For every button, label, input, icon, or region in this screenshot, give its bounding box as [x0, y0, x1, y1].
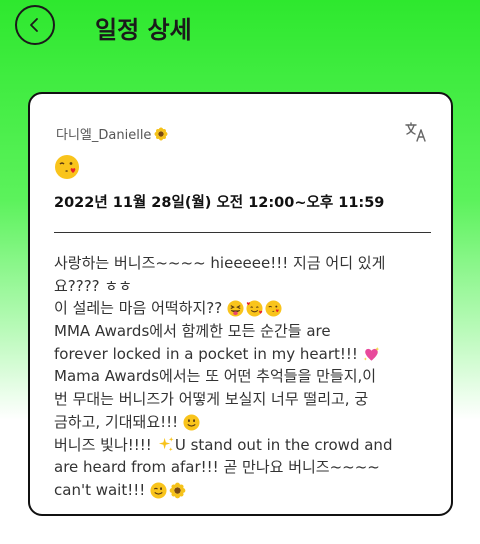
translate-icon[interactable] [405, 122, 427, 142]
schedule-datetime: 2022년 11월 28일(월) 오전 12:00~오후 11:59 [54, 195, 385, 211]
chevron-left-icon [30, 18, 38, 32]
message-body: 사랑하는 버니즈~~~~ hieeeee!!! 지금 어디 있게 요???? ㅎ… [54, 252, 434, 502]
smiling-face-icon [183, 414, 200, 431]
sunflower-icon [169, 482, 186, 499]
kissing-face-icon [265, 300, 282, 317]
message-line: MMA Awards에서 함께한 모든 순간들 are [54, 322, 331, 341]
message-line: 번 무대는 버니즈가 어떻게 보실지 너무 떨리고, 궁 [54, 390, 369, 409]
winking-face-icon [150, 482, 167, 499]
sparkling-heart-icon [363, 346, 380, 361]
sunflower-icon [154, 127, 168, 140]
message-line: are heard from afar!!! 곧 만나요 버니즈~~~~ [54, 458, 380, 477]
smiling-face-with-hearts-icon [246, 300, 263, 317]
header: 일정 상세 [0, 0, 480, 60]
kissing-face-icon [55, 155, 79, 179]
divider [54, 232, 431, 233]
schedule-card: 다니엘_Danielle 2022년 11월 28일(월) 오전 12:00~오… [28, 92, 453, 516]
message-line: 이 설레는 마음 어떡하지?? [54, 297, 434, 320]
message-line: 요???? ㅎㅎ [54, 276, 133, 295]
message-line: can't wait!!! [54, 479, 434, 502]
page-title: 일정 상세 [95, 16, 192, 44]
sparkles-icon [158, 437, 174, 452]
author-name: 다니엘_Danielle [56, 128, 152, 143]
message-line: forever locked in a pocket in my heart!!… [54, 343, 434, 366]
tongue-wink-face-icon [227, 300, 244, 317]
message-line: Mama Awards에서는 또 어떤 추억들을 만들지,이 [54, 367, 377, 386]
message-line: 사랑하는 버니즈~~~~ hieeeee!!! 지금 어디 있게 [54, 254, 386, 272]
message-line: 버니즈 빛나!!!! U stand out in the crowd and [54, 435, 393, 454]
message-line: 금하고, 기대돼요!!! [54, 411, 434, 434]
author-row: 다니엘_Danielle [56, 124, 168, 143]
back-button[interactable] [15, 5, 55, 45]
